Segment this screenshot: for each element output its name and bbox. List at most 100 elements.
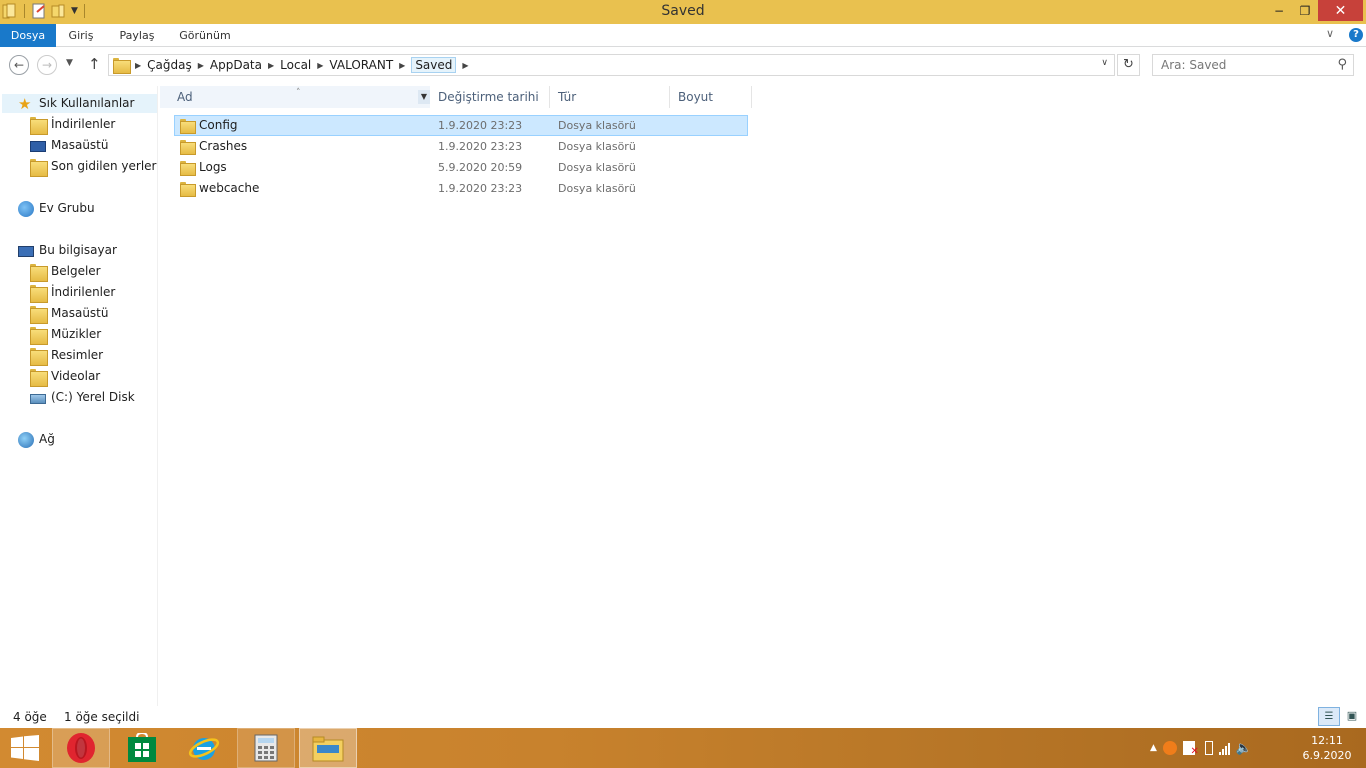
details-view-icon[interactable]: ☰ — [1318, 707, 1340, 726]
taskbar-opera[interactable] — [52, 728, 110, 768]
file-type: Dosya klasörü — [558, 119, 636, 132]
breadcrumb-item[interactable]: VALORANT — [329, 58, 393, 72]
file-date: 5.9.2020 20:59 — [438, 161, 523, 174]
homegroup-icon — [18, 200, 34, 217]
sidebar-item-music[interactable]: Müzikler — [30, 325, 102, 345]
sidebar-item-favorites[interactable]: ★ Sık Kullanılanlar — [2, 94, 157, 113]
store-icon — [128, 733, 156, 762]
file-row[interactable]: webcache 1.9.2020 23:23 Dosya klasörü — [174, 178, 748, 199]
sidebar-item-this-pc[interactable]: Bu bilgisayar — [18, 241, 117, 260]
breadcrumb-arrow-icon[interactable]: ▶ — [135, 61, 141, 70]
sidebar-item-label: İndirilenler — [51, 285, 116, 299]
sidebar-item-homegroup[interactable]: Ev Grubu — [18, 199, 95, 218]
tab-gorunum[interactable]: Görünüm — [172, 24, 238, 47]
breadcrumb-current[interactable]: Saved — [411, 57, 457, 73]
show-hidden-icons-icon[interactable]: ▲ — [1150, 743, 1157, 753]
recent-locations-icon[interactable]: ▼ — [66, 58, 73, 68]
clock[interactable]: 12:11 6.9.2020 — [1296, 733, 1358, 763]
file-date: 1.9.2020 23:23 — [438, 119, 523, 132]
power-icon[interactable] — [1204, 741, 1213, 755]
network-signal-icon[interactable] — [1218, 741, 1230, 755]
file-row[interactable]: Config 1.9.2020 23:23 Dosya klasörü — [174, 115, 748, 136]
sidebar-item-local-disk[interactable]: (C:) Yerel Disk — [30, 388, 135, 407]
column-header-name[interactable]: Ad ˄ ▼ — [160, 86, 430, 108]
help-icon[interactable]: ? — [1349, 28, 1363, 42]
breadcrumb-arrow-icon[interactable]: ▶ — [268, 61, 274, 70]
sidebar-item-label: Masaüstü — [51, 306, 109, 320]
search-icon[interactable]: ⚲ — [1337, 57, 1347, 72]
file-list[interactable]: Ad ˄ ▼ Değiştirme tarihi Tür Boyut Confi… — [160, 86, 1366, 706]
sidebar-item-label: İndirilenler — [51, 117, 116, 131]
start-button[interactable] — [0, 728, 50, 768]
action-center-icon[interactable]: ✕ — [1182, 741, 1199, 757]
tab-giris[interactable]: Giriş — [60, 24, 102, 47]
address-dropdown-icon[interactable]: ∨ — [1101, 58, 1108, 68]
sidebar-item-desktop-pc[interactable]: Masaüstü — [30, 304, 109, 324]
volume-icon[interactable]: 🔈 — [1236, 741, 1252, 756]
windows-logo-icon — [11, 735, 39, 761]
explorer-window: ▼ Saved − ❐ ✕ Dosya Giriş Paylaş Görünüm… — [0, 0, 1366, 728]
breadcrumb-item[interactable]: Çağdaş — [147, 58, 192, 72]
drive-icon — [30, 394, 46, 404]
column-filter-dropdown-icon[interactable]: ▼ — [418, 90, 430, 104]
sidebar-item-downloads-pc[interactable]: İndirilenler — [30, 283, 116, 303]
file-name: Logs — [199, 160, 227, 174]
file-name: webcache — [199, 181, 260, 195]
search-box[interactable]: ⚲ — [1152, 54, 1354, 76]
back-button[interactable]: ← — [9, 55, 29, 75]
selected-count: 1 öğe seçildi — [64, 710, 140, 724]
taskbar: ▲ ✕ 🔈 12:11 6.9.2020 — [0, 728, 1366, 768]
title-bar[interactable]: ▼ Saved − ❐ ✕ — [0, 0, 1366, 24]
status-bar: 4 öğe 1 öğe seçildi ☰ ▣ — [0, 706, 1366, 728]
file-row[interactable]: Logs 5.9.2020 20:59 Dosya klasörü — [174, 157, 748, 178]
sidebar-item-network[interactable]: Ağ — [18, 430, 55, 449]
folder-icon — [180, 161, 196, 176]
breadcrumb-arrow-icon[interactable]: ▶ — [198, 61, 204, 70]
column-header-date[interactable]: Değiştirme tarihi — [432, 86, 550, 108]
breadcrumb-arrow-icon[interactable]: ▶ — [462, 61, 468, 70]
navigation-pane[interactable]: ★ Sık Kullanılanlar İndirilenler Masaüst… — [0, 86, 158, 706]
column-header-size[interactable]: Boyut — [672, 86, 752, 108]
forward-button[interactable]: → — [37, 55, 57, 75]
breadcrumb-item[interactable]: AppData — [210, 58, 262, 72]
sidebar-item-desktop[interactable]: Masaüstü — [30, 136, 108, 155]
sidebar-item-label: Ev Grubu — [39, 201, 95, 215]
taskbar-internet-explorer[interactable] — [175, 728, 233, 768]
sidebar-item-label: Müzikler — [51, 327, 102, 341]
breadcrumb-item[interactable]: Local — [280, 58, 311, 72]
large-icons-view-icon[interactable]: ▣ — [1342, 707, 1362, 726]
downloads-folder-icon — [30, 116, 48, 135]
desktop-folder-icon — [30, 305, 48, 324]
taskbar-file-explorer[interactable] — [299, 728, 357, 768]
column-header-type[interactable]: Tür — [552, 86, 670, 108]
maximize-button[interactable]: ❐ — [1292, 0, 1318, 21]
address-bar[interactable]: ▶ Çağdaş ▶ AppData ▶ Local ▶ VALORANT ▶ … — [108, 54, 1115, 76]
sidebar-item-videos[interactable]: Videolar — [30, 367, 100, 387]
documents-folder-icon — [30, 263, 48, 282]
sidebar-item-documents[interactable]: Belgeler — [30, 262, 101, 282]
tab-dosya[interactable]: Dosya — [0, 24, 56, 47]
minimize-button[interactable]: − — [1266, 0, 1292, 21]
window-title: Saved — [661, 3, 705, 19]
file-row[interactable]: Crashes 1.9.2020 23:23 Dosya klasörü — [174, 136, 748, 157]
column-header-label: Ad — [177, 90, 193, 104]
expand-ribbon-icon[interactable]: ∨ — [1326, 27, 1334, 40]
taskbar-calculator[interactable] — [237, 728, 295, 768]
breadcrumb-arrow-icon[interactable]: ▶ — [399, 61, 405, 70]
up-button[interactable]: ↑ — [88, 55, 101, 73]
sidebar-item-downloads[interactable]: İndirilenler — [30, 115, 116, 135]
taskbar-store[interactable] — [113, 728, 171, 768]
search-input[interactable] — [1161, 55, 1331, 75]
sidebar-item-recent-places[interactable]: Son gidilen yerler — [30, 157, 157, 177]
sort-ascending-icon: ˄ — [296, 88, 301, 98]
avast-icon[interactable] — [1162, 741, 1177, 755]
breadcrumb-arrow-icon[interactable]: ▶ — [317, 61, 323, 70]
sidebar-item-label: (C:) Yerel Disk — [51, 390, 135, 404]
sidebar-item-label: Sık Kullanılanlar — [39, 96, 135, 110]
close-button[interactable]: ✕ — [1318, 0, 1363, 21]
tab-paylas[interactable]: Paylaş — [112, 24, 162, 47]
file-type: Dosya klasörü — [558, 140, 636, 153]
refresh-button[interactable]: ↻ — [1117, 54, 1140, 76]
sidebar-item-pictures[interactable]: Resimler — [30, 346, 103, 366]
sidebar-item-label: Masaüstü — [51, 138, 109, 152]
